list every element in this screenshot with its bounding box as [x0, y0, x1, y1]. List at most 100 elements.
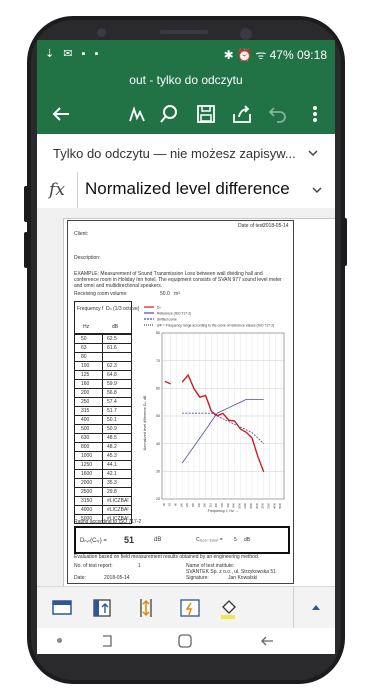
rating-symbol: Dₙ,ₜ(Cₜᵣ) =: [80, 538, 107, 544]
x-tick-label: 125: [185, 502, 189, 507]
table-row: 1000 45.3: [75, 451, 131, 460]
expand-up-icon[interactable]: [311, 603, 321, 611]
table-row: 400 50.1: [75, 415, 131, 424]
status-right: ✱ ⏰ ᯤ 47% 09:18: [223, 48, 327, 62]
column-divider: [102, 371, 103, 379]
spreadsheet-grid[interactable]: Date of test: 2018-05-14 Client: Descrip…: [37, 208, 335, 586]
more-options-icon[interactable]: [303, 102, 327, 126]
frequency-cell: 125: [81, 372, 90, 378]
toolbar-divider: [293, 587, 294, 629]
value-cell: 62.5: [107, 336, 117, 342]
client-label: Client:: [74, 231, 89, 237]
table-row: 1600 42.1: [75, 469, 131, 478]
value-cell: 57.4: [107, 399, 117, 405]
autofit-row-icon[interactable]: [177, 595, 203, 621]
column-divider: [102, 479, 103, 487]
formula-value[interactable]: Normalized level difference: [85, 179, 290, 199]
x-tick-label: 4000: [272, 502, 276, 508]
freq-unit: Hz: [83, 324, 90, 330]
status-bar: ⇣ ✉ ▪ ▪ ✱ ⏰ ᯤ 47% 09:18: [37, 40, 335, 66]
frequency-cell: 315: [81, 408, 90, 414]
freeze-column-icon[interactable]: [89, 595, 115, 621]
fill-color-icon[interactable]: [215, 595, 241, 621]
column-divider: [102, 452, 103, 460]
report-sheet: Date of test: 2018-05-14 Client: Descrip…: [67, 220, 294, 584]
column-divider: [102, 506, 103, 514]
x-tick-label: 400: [214, 502, 218, 507]
app-screen: ⇣ ✉ ▪ ▪ ✱ ⏰ ᯤ 47% 09:18 out - tylko do o…: [37, 40, 335, 654]
value-cell: 51.7: [107, 408, 117, 414]
column-divider: [102, 398, 103, 406]
value-cell: #LICZBA!: [107, 507, 129, 513]
value-cell: 48.2: [107, 444, 117, 450]
system-nav-bar: [37, 628, 335, 654]
signature-value: Jan Kowalski: [228, 575, 258, 581]
table-row: 100 62.3: [75, 361, 131, 370]
share-icon[interactable]: [230, 102, 254, 126]
x-axis-label: Frequency, f, Hz →: [208, 509, 239, 513]
y-tick-label: 40: [156, 442, 160, 446]
x-tick-label: 63: [168, 502, 172, 505]
table-row: 80: [75, 352, 131, 361]
rating-value: 51: [124, 535, 135, 545]
autofit-column-icon[interactable]: [133, 595, 159, 621]
value-cell: 35.3: [107, 480, 117, 486]
chevron-down-icon[interactable]: [307, 147, 319, 159]
home-icon[interactable]: [177, 633, 193, 649]
dn-unit: dB: [112, 324, 119, 330]
rating-box: Dₙ,ₜ(Cₜᵣ) = 51 dB C₍₁₀₀₋₃₁₅₀₎ = 5 dB: [74, 526, 290, 554]
back-arrow-icon[interactable]: [49, 102, 73, 126]
value-cell: 56.8: [107, 390, 117, 396]
search-icon[interactable]: [157, 102, 181, 126]
frequency-cell: 500: [81, 426, 90, 432]
table-row: 630 48.5: [75, 433, 131, 442]
expand-formula-icon[interactable]: [311, 184, 323, 196]
save-icon[interactable]: [194, 102, 218, 126]
c-value: 5: [234, 537, 237, 543]
recent-apps-icon[interactable]: [99, 633, 115, 649]
bottom-toolbar: [37, 586, 335, 629]
table-row: 200 56.8: [75, 388, 131, 397]
legend-label: ΔΦ = Frequency range according to the cu…: [157, 324, 274, 328]
x-tick-label: 160: [191, 502, 195, 507]
frequency-cell: 100: [81, 363, 90, 369]
notification-icons: ⇣ ✉ ▪ ▪: [45, 48, 102, 60]
room-volume-value: 50.0: [160, 291, 170, 297]
column-divider: [102, 470, 103, 478]
date-value: 2018-05-14: [263, 223, 289, 229]
column-divider: [102, 416, 103, 424]
value-cell: 45.3: [107, 453, 117, 459]
y-tick-label: 80: [156, 331, 160, 335]
draw-pen-icon[interactable]: [125, 102, 149, 126]
frequency-cell: 630: [81, 435, 90, 441]
table-row: 125 64.8: [75, 370, 131, 379]
frequency-cell: 1600: [81, 471, 93, 477]
column-divider: [102, 353, 103, 361]
legend-label: Shifted curve: [157, 318, 177, 322]
table-row: 800 48.2: [75, 442, 131, 451]
table-row: 160 59.9: [75, 379, 131, 388]
read-only-banner[interactable]: Tylko do odczytu — nie możesz zapisyw...: [37, 134, 335, 173]
test-report-value: 1: [138, 563, 141, 569]
frequency-cell: 4000: [81, 507, 93, 513]
sheet-icon[interactable]: [49, 595, 75, 621]
volume-down-button: [24, 232, 28, 268]
frequency-cell: 800: [81, 444, 90, 450]
x-tick-label: 80: [174, 502, 178, 505]
function-icon[interactable]: fx: [37, 172, 78, 208]
row-headers: [37, 218, 64, 586]
formula-bar[interactable]: fx Normalized level difference: [37, 172, 335, 209]
value-cell: 61.6: [107, 345, 117, 351]
undo-icon[interactable]: [266, 102, 290, 126]
date-bottom-value: 2018-05-14: [104, 575, 130, 581]
table-row: 500 50.9: [75, 424, 131, 433]
value-cell: #LICZBA!: [107, 498, 129, 504]
y-tick-label: 70: [156, 359, 160, 363]
nav-back-icon[interactable]: [259, 633, 275, 649]
frequency-cell: 80: [81, 354, 87, 360]
c-label: C₍₁₀₀₋₃₁₅₀₎ =: [196, 537, 223, 543]
table-row: 315 51.7: [75, 406, 131, 415]
frequency-cell: 1250: [81, 462, 93, 468]
x-tick-label: 1600: [249, 502, 253, 508]
value-cell: 42.1: [107, 471, 117, 477]
